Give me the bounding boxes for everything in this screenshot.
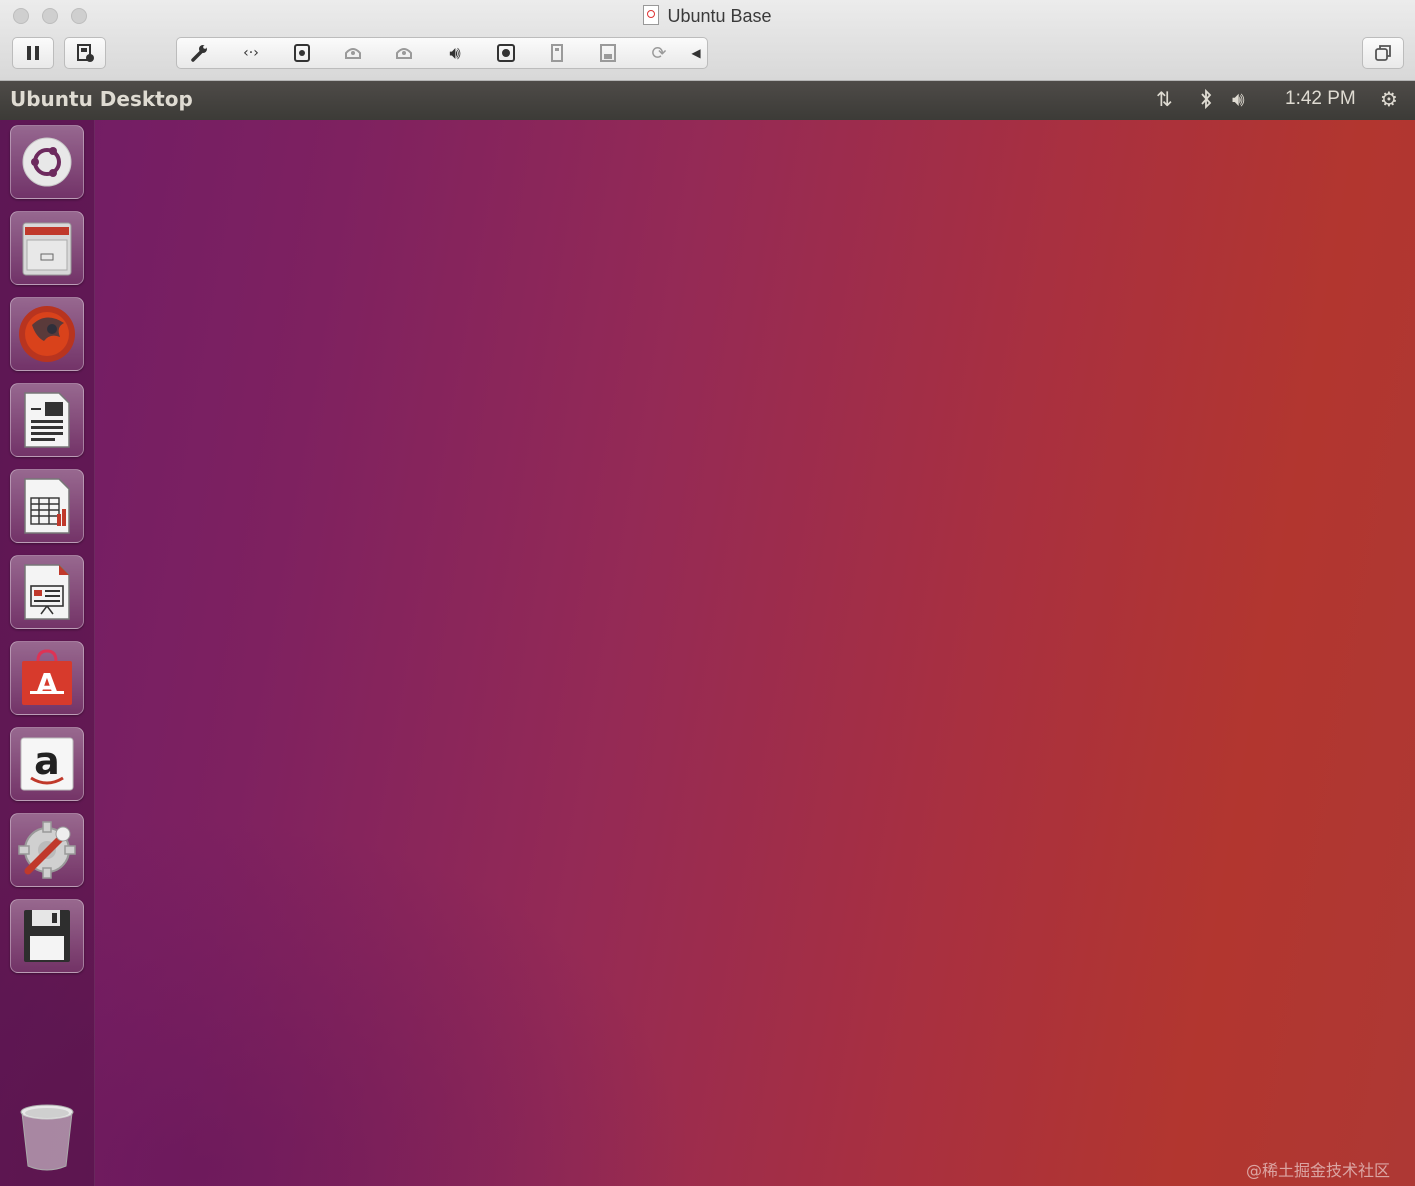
launcher-floppy-drive[interactable] — [10, 899, 84, 973]
usb-icon[interactable] — [544, 42, 570, 64]
network-indicator-icon[interactable]: ⇅ — [1156, 87, 1173, 111]
launcher-system-settings[interactable] — [10, 813, 84, 887]
sync-icon[interactable]: ⟳ — [646, 42, 672, 64]
launcher-software-center[interactable]: A — [10, 641, 84, 715]
collapse-toolbar-icon[interactable]: ◀ — [689, 42, 703, 64]
clock[interactable]: 1:42 PM — [1285, 88, 1356, 110]
settings-wrench-icon[interactable] — [187, 42, 213, 64]
floppy-disk-icon — [24, 910, 70, 962]
svg-text:A: A — [36, 667, 58, 700]
snapshot-button[interactable] — [64, 37, 106, 69]
desktop-background[interactable] — [0, 120, 1415, 1186]
panel-title: Ubuntu Desktop — [10, 87, 193, 111]
watermark: @稀土掘金技术社区 — [1246, 1161, 1391, 1180]
optical-drive-icon[interactable] — [340, 42, 366, 64]
fullscreen-button[interactable] — [1362, 37, 1404, 69]
launcher-libreoffice-writer[interactable] — [10, 383, 84, 457]
file-cabinet-icon — [22, 222, 72, 276]
svg-text:a: a — [34, 739, 60, 783]
window-titlebar: Ubuntu Base ‹·› 🔊︎ ⟳ ◀ — [0, 0, 1415, 81]
snapshot-icon — [77, 44, 94, 62]
volume-indicator-icon[interactable]: 🔊︎ — [1232, 87, 1245, 111]
vm-document-icon — [643, 5, 660, 25]
network-arrows-icon[interactable]: ‹·› — [238, 42, 264, 64]
sound-icon[interactable]: 🔊︎ — [442, 42, 468, 64]
launcher-dash-home[interactable] — [10, 125, 84, 199]
launcher-files[interactable] — [10, 211, 84, 285]
vm-device-toolbar: ‹·› 🔊︎ ⟳ ◀ — [176, 37, 708, 69]
window-copy-icon — [1375, 45, 1391, 61]
window-title: Ubuntu Base — [0, 5, 1415, 27]
launcher-firefox[interactable] — [10, 297, 84, 371]
calc-spreadsheet-icon — [24, 478, 70, 534]
impress-presentation-icon — [24, 564, 70, 620]
floppy-icon[interactable] — [595, 42, 621, 64]
launcher-libreoffice-calc[interactable] — [10, 469, 84, 543]
optical-drive-2-icon[interactable] — [391, 42, 417, 64]
trash-icon — [20, 1104, 74, 1171]
ubuntu-logo-icon — [22, 137, 72, 187]
bluetooth-indicator-icon[interactable] — [1199, 87, 1213, 116]
shopping-bag-icon: A — [22, 649, 72, 705]
pause-icon — [27, 46, 39, 60]
ubuntu-top-panel: Ubuntu Desktop ⇅ 🔊︎ 1:42 PM ⚙ — [0, 81, 1415, 120]
launcher-amazon[interactable]: a — [10, 727, 84, 801]
writer-document-icon — [24, 392, 70, 448]
unity-launcher: A a — [0, 120, 95, 1186]
launcher-trash[interactable] — [10, 1101, 84, 1175]
camera-icon[interactable] — [493, 42, 519, 64]
pause-vm-button[interactable] — [12, 37, 54, 69]
hard-disk-icon[interactable] — [289, 42, 315, 64]
amazon-icon: a — [20, 737, 74, 791]
system-gear-icon[interactable]: ⚙ — [1380, 87, 1398, 111]
settings-gear-wrench-icon — [18, 821, 76, 879]
launcher-libreoffice-impress[interactable] — [10, 555, 84, 629]
firefox-icon — [19, 306, 75, 362]
